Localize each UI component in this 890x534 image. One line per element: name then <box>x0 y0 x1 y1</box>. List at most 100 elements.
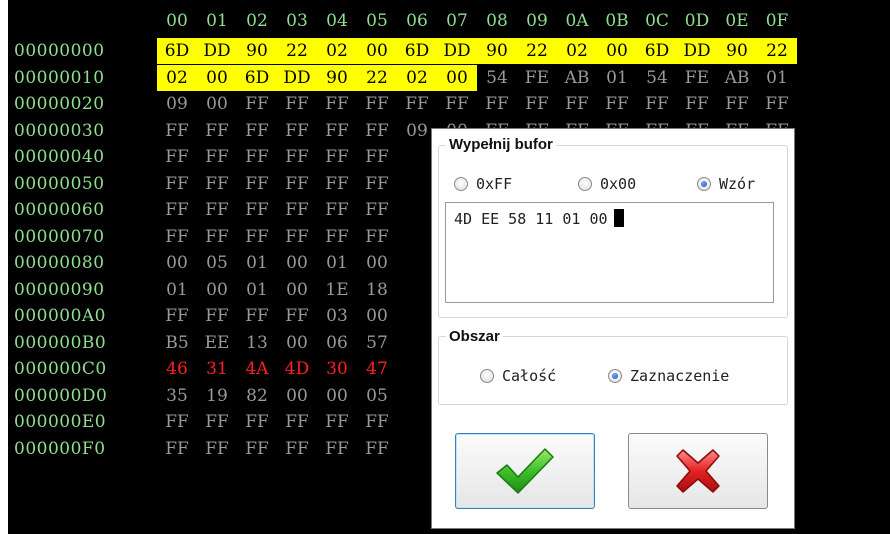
radio-all-dot[interactable] <box>480 369 494 383</box>
hex-byte[interactable]: 6D <box>157 38 197 64</box>
hex-byte[interactable]: 18 <box>357 277 397 303</box>
hex-byte[interactable]: FF <box>357 144 397 170</box>
hex-byte[interactable]: FF <box>357 409 397 435</box>
hex-byte[interactable]: FF <box>437 91 477 117</box>
hex-byte[interactable]: 09 <box>157 91 197 117</box>
hex-byte[interactable]: FF <box>357 118 397 144</box>
hex-byte[interactable]: 03 <box>317 303 357 329</box>
hex-byte[interactable]: FF <box>357 91 397 117</box>
hex-byte[interactable]: 00 <box>277 383 317 409</box>
cancel-button[interactable] <box>628 433 768 509</box>
hex-byte[interactable]: 01 <box>757 65 797 91</box>
hex-byte[interactable]: FF <box>557 91 597 117</box>
hex-byte[interactable]: 31 <box>197 356 237 382</box>
hex-byte[interactable]: 54 <box>637 65 677 91</box>
hex-byte[interactable]: FF <box>157 171 197 197</box>
hex-byte[interactable]: 00 <box>197 91 237 117</box>
hex-byte[interactable]: 00 <box>357 250 397 276</box>
hex-byte[interactable]: DD <box>277 64 317 91</box>
hex-byte[interactable]: FF <box>517 91 557 117</box>
hex-byte[interactable]: 6D <box>237 64 277 91</box>
hex-byte[interactable]: FF <box>357 171 397 197</box>
hex-byte[interactable]: 00 <box>157 250 197 276</box>
radio-all[interactable]: Całość <box>480 367 556 385</box>
hex-byte[interactable]: 06 <box>317 330 357 356</box>
hex-byte[interactable]: FF <box>237 144 277 170</box>
hex-byte[interactable]: FF <box>277 144 317 170</box>
hex-byte[interactable]: 90 <box>317 64 357 91</box>
hex-byte[interactable]: FF <box>317 91 357 117</box>
hex-byte[interactable]: FF <box>197 303 237 329</box>
hex-byte[interactable]: FF <box>237 436 277 462</box>
hex-byte[interactable]: 01 <box>157 277 197 303</box>
hex-byte[interactable]: 4A <box>237 356 277 382</box>
radio-0x00[interactable]: 0x00 <box>578 175 636 193</box>
hex-byte[interactable]: 02 <box>317 38 357 64</box>
hex-byte[interactable]: 35 <box>157 383 197 409</box>
hex-byte[interactable]: 82 <box>237 383 277 409</box>
hex-byte[interactable]: FF <box>277 91 317 117</box>
hex-byte[interactable]: 05 <box>357 383 397 409</box>
radio-pattern[interactable]: Wzór <box>697 175 755 193</box>
hex-byte[interactable]: 22 <box>277 38 317 64</box>
hex-byte[interactable]: 00 <box>277 277 317 303</box>
hex-byte[interactable]: FF <box>277 118 317 144</box>
hex-byte[interactable]: 22 <box>357 64 397 91</box>
hex-byte[interactable]: FF <box>197 197 237 223</box>
hex-byte[interactable]: 02 <box>557 38 597 64</box>
hex-byte[interactable]: DD <box>197 38 237 64</box>
hex-byte[interactable]: FF <box>157 197 197 223</box>
hex-byte[interactable]: FF <box>157 224 197 250</box>
hex-byte[interactable]: 05 <box>197 250 237 276</box>
hex-byte[interactable]: AB <box>717 65 757 91</box>
hex-byte[interactable]: 47 <box>357 356 397 382</box>
hex-byte[interactable]: FF <box>237 171 277 197</box>
hex-byte[interactable]: FF <box>357 197 397 223</box>
hex-byte[interactable]: FF <box>237 197 277 223</box>
hex-byte[interactable]: FF <box>237 91 277 117</box>
hex-byte[interactable]: FF <box>197 171 237 197</box>
hex-byte[interactable]: EE <box>197 330 237 356</box>
hex-byte[interactable]: 00 <box>197 277 237 303</box>
hex-byte[interactable]: FF <box>597 91 637 117</box>
hex-byte[interactable]: FF <box>277 197 317 223</box>
hex-byte[interactable]: FF <box>237 224 277 250</box>
hex-byte[interactable]: FF <box>357 224 397 250</box>
hex-byte[interactable]: FF <box>157 303 197 329</box>
hex-byte[interactable]: FF <box>277 436 317 462</box>
hex-byte[interactable]: FF <box>317 224 357 250</box>
hex-byte[interactable]: FF <box>277 303 317 329</box>
hex-byte[interactable]: FF <box>397 91 437 117</box>
hex-byte[interactable]: FF <box>157 436 197 462</box>
hex-byte[interactable]: FF <box>237 303 277 329</box>
hex-byte[interactable]: 30 <box>317 356 357 382</box>
hex-byte[interactable]: FF <box>157 409 197 435</box>
hex-byte[interactable]: 90 <box>477 38 517 64</box>
hex-byte[interactable]: 00 <box>357 303 397 329</box>
hex-byte[interactable]: 46 <box>157 356 197 382</box>
hex-byte[interactable]: FF <box>637 91 677 117</box>
hex-byte[interactable]: FF <box>197 224 237 250</box>
radio-pattern-dot[interactable] <box>697 177 711 191</box>
hex-byte[interactable]: 00 <box>197 64 237 91</box>
hex-byte[interactable]: FF <box>317 171 357 197</box>
hex-byte[interactable]: FF <box>317 118 357 144</box>
hex-byte[interactable]: 13 <box>237 330 277 356</box>
hex-byte[interactable]: FF <box>197 436 237 462</box>
hex-byte[interactable]: 54 <box>477 65 517 91</box>
hex-byte[interactable]: 4D <box>277 356 317 382</box>
hex-byte[interactable]: 00 <box>437 64 477 91</box>
radio-0xff-dot[interactable] <box>454 177 468 191</box>
hex-byte[interactable]: B5 <box>157 330 197 356</box>
hex-byte[interactable]: FE <box>517 65 557 91</box>
hex-byte[interactable]: FF <box>197 409 237 435</box>
radio-selection[interactable]: Zaznaczenie <box>608 367 729 385</box>
hex-byte[interactable]: 02 <box>157 64 197 91</box>
hex-byte[interactable]: DD <box>437 38 477 64</box>
hex-byte[interactable]: 90 <box>237 38 277 64</box>
hex-byte[interactable]: FF <box>357 436 397 462</box>
hex-byte[interactable]: FF <box>157 144 197 170</box>
hex-byte[interactable]: 01 <box>237 277 277 303</box>
hex-byte[interactable]: 00 <box>317 383 357 409</box>
radio-0xff[interactable]: 0xFF <box>454 175 512 193</box>
